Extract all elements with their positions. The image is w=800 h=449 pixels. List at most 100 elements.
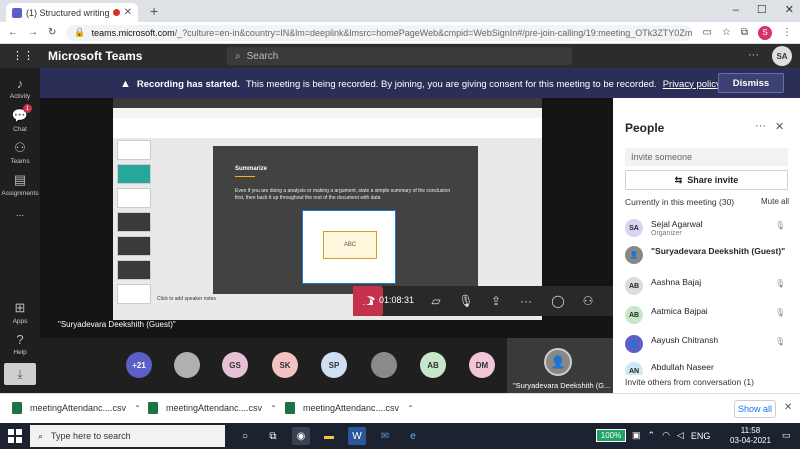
forward-icon[interactable]: → <box>28 27 38 38</box>
windows-start-icon[interactable] <box>8 429 22 443</box>
chevron-up-icon[interactable]: ⌃ <box>270 404 277 413</box>
rail-item-teams[interactable]: ⚇ Teams <box>0 140 40 165</box>
mic-off-icon[interactable]: 🎙 <box>451 286 481 316</box>
mute-all-button[interactable]: Mute all <box>761 197 789 206</box>
slide-thumbnail <box>117 212 151 232</box>
banner-message: This meeting is being recorded. By joini… <box>245 78 657 90</box>
rail-item-help[interactable]: ? Help <box>0 332 40 356</box>
excel-file-icon <box>148 402 158 414</box>
participants-icon[interactable]: ⚇ <box>573 286 603 316</box>
browser-toolbar: ← → ↻ 🔒 teams.microsoft.com/_?culture=en… <box>0 22 800 44</box>
app-name: Microsoft Teams <box>48 49 143 63</box>
chrome-icon[interactable]: ◉ <box>292 427 310 445</box>
privacy-policy-link[interactable]: Privacy policy <box>663 79 721 90</box>
back-icon[interactable]: ← <box>8 27 18 38</box>
participant-avatar[interactable]: DM <box>469 352 495 378</box>
profile-avatar[interactable]: S <box>758 25 772 40</box>
more-actions-icon[interactable]: ··· <box>511 286 541 316</box>
user-avatar[interactable]: SA <box>772 46 792 66</box>
download-item[interactable]: meetingAttendanc....csv ⌃ <box>12 402 141 414</box>
assignments-icon: ▤ <box>13 172 27 187</box>
camera-off-icon[interactable]: ▱ <box>421 286 451 316</box>
close-window-icon[interactable]: ✕ <box>785 3 794 16</box>
star-icon[interactable]: ☆ <box>722 27 731 38</box>
overflow-participants[interactable]: +21 <box>126 352 152 378</box>
more-options-icon[interactable]: ··· <box>748 49 759 61</box>
taskbar-search[interactable]: ⌕ Type here to search <box>30 425 225 447</box>
participant-row[interactable]: AN Abdullah Naseer <box>625 359 793 375</box>
mic-muted-icon: 🎙 <box>775 279 786 288</box>
in-meeting-header[interactable]: Currently in this meeting (30) <box>625 197 734 207</box>
participant-avatar[interactable]: GS <box>222 352 248 378</box>
excel-file-icon <box>285 402 295 414</box>
download-item[interactable]: meetingAttendanc....csv ⌃ <box>285 402 414 414</box>
participant-row[interactable]: 👤 Aayush Chitransh 🎙 <box>625 332 793 358</box>
rail-label: Apps <box>12 318 28 325</box>
browser-tab[interactable]: (1) Structured writing techni ✕ <box>6 3 138 22</box>
chat-toggle-icon[interactable]: ◯ <box>543 286 573 316</box>
app-launcher-icon[interactable]: ⋮⋮ <box>12 49 34 62</box>
reload-icon[interactable]: ↻ <box>48 27 56 38</box>
file-explorer-icon[interactable]: ▬ <box>320 427 338 445</box>
invite-input[interactable]: Invite someone <box>625 148 788 166</box>
minimize-icon[interactable]: – <box>733 4 739 16</box>
chevron-up-icon[interactable]: ⌃ <box>134 404 141 413</box>
slide-thumbnail <box>117 140 151 160</box>
show-all-button[interactable]: Show all <box>734 400 776 418</box>
rail-item-more[interactable]: ... <box>0 208 40 219</box>
clock-time: 11:58 <box>740 426 761 435</box>
slide-image-text: ABC <box>323 231 377 259</box>
action-center-icon[interactable]: ▭ <box>782 430 791 441</box>
rail-item-activity[interactable]: ♪ Activity <box>0 76 40 100</box>
participant-avatar[interactable] <box>174 352 200 378</box>
taskbar-clock[interactable]: 11:58 03-04-2021 <box>730 426 771 446</box>
rail-item-apps[interactable]: ⊞ Apps <box>0 300 40 325</box>
rail-item-chat[interactable]: 💬 1 Chat <box>0 104 40 133</box>
battery-indicator[interactable]: 100% <box>596 429 626 442</box>
share-invite-button[interactable]: ⇆ Share invite <box>625 170 788 190</box>
browser-menu-icon[interactable]: ⋮ <box>782 27 792 38</box>
shared-browser-address <box>113 108 542 118</box>
participant-row[interactable]: SA Sejal Agarwal Organizer 🎙 <box>625 216 793 242</box>
wifi-icon[interactable]: ◠ <box>662 430 670 441</box>
volume-icon[interactable]: ◁ <box>677 430 684 441</box>
banner-bold: Recording has started. <box>136 78 240 90</box>
search-input[interactable]: ⌕ Search <box>227 47 572 65</box>
panel-more-icon[interactable]: ··· <box>755 120 766 132</box>
download-item[interactable]: meetingAttendanc....csv ⌃ <box>148 402 277 414</box>
maximize-icon[interactable]: ☐ <box>757 3 767 16</box>
rail-item-assignments[interactable]: ▤ Assignments <box>0 172 40 197</box>
edge-icon[interactable]: e <box>404 427 422 445</box>
participant-avatar[interactable]: SP <box>321 352 347 378</box>
share-screen-icon[interactable]: ⇪ <box>481 286 511 316</box>
meeting-stage: Summarize Even if you are doing a analys… <box>40 98 633 338</box>
chevron-up-icon[interactable]: ⌃ <box>407 404 414 413</box>
participant-avatar[interactable]: SK <box>272 352 298 378</box>
panel-close-icon[interactable]: ✕ <box>775 120 784 133</box>
mail-icon[interactable]: ✉ <box>376 427 394 445</box>
close-downloads-icon[interactable]: ✕ <box>784 402 792 413</box>
participant-avatar: AB <box>625 277 643 295</box>
extensions-icon[interactable]: ⧉ <box>741 27 748 38</box>
cortana-icon[interactable]: ○ <box>236 427 254 445</box>
participant-avatar[interactable]: AB <box>420 352 446 378</box>
notification-icon[interactable]: ▣ <box>632 430 641 441</box>
camera-icon[interactable]: ▭ <box>702 27 711 38</box>
download-app-button[interactable]: ⤓ <box>4 363 36 385</box>
new-tab-button[interactable]: + <box>150 3 158 19</box>
invite-others-header[interactable]: Invite others from conversation (1) <box>625 377 754 387</box>
participant-avatar[interactable] <box>371 352 397 378</box>
task-view-icon[interactable]: ⧉ <box>264 427 282 445</box>
language-indicator[interactable]: ENG <box>691 431 711 441</box>
participant-row[interactable]: AB Aashna Bajaj 🎙 <box>625 274 793 300</box>
download-filename: meetingAttendanc....csv <box>30 403 127 413</box>
slide-thumbnail <box>117 236 151 256</box>
participant-row[interactable]: 👤 "Suryadevara Deekshith (Guest)" <box>625 243 793 269</box>
window-controls: – ☐ ✕ <box>733 3 794 17</box>
address-bar[interactable]: 🔒 teams.microsoft.com/_?culture=en-in&co… <box>66 24 693 41</box>
dismiss-button[interactable]: Dismiss <box>718 73 784 93</box>
tab-close-icon[interactable]: ✕ <box>124 7 132 18</box>
participant-row[interactable]: AB Aatmica Bajpai 🎙 <box>625 303 793 329</box>
chevron-up-icon[interactable]: ⌃ <box>648 430 656 441</box>
word-icon[interactable]: W <box>348 427 366 445</box>
